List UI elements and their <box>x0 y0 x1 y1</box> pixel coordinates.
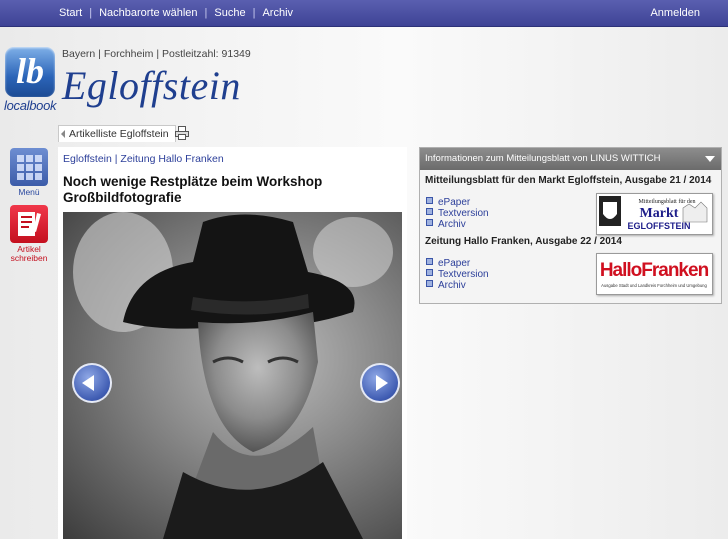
login-link[interactable]: Anmelden <box>650 7 700 19</box>
nav-start[interactable]: Start <box>52 7 89 19</box>
next-image-button[interactable] <box>360 363 400 403</box>
epaper-link[interactable]: ePaper <box>426 197 489 208</box>
mitteilungsblatt-thumbnail[interactable]: Mitteilungsblatt für den Markt EGLOFFSTE… <box>596 193 713 235</box>
chevron-down-icon[interactable] <box>705 156 715 162</box>
portrait-image <box>73 212 393 539</box>
newsletter-info-panel: Informationen zum Mitteilungsblatt von L… <box>419 147 722 304</box>
bullet-icon <box>426 197 433 204</box>
main-nav: Start | Nachbarorte wählen | Suche | Arc… <box>52 0 300 26</box>
write-label-line2: schreiben <box>10 253 48 263</box>
article-title: Noch wenige Restplätze beim Workshop Gro… <box>63 174 323 205</box>
top-nav-bar: Start | Nachbarorte wählen | Suche | Arc… <box>0 0 728 27</box>
section-title-mitteilungsblatt: Mitteilungsblatt für den Markt Egloffste… <box>425 175 712 186</box>
bullet-icon <box>426 280 433 287</box>
write-article-icon <box>10 205 48 243</box>
epaper-link[interactable]: ePaper <box>426 258 489 269</box>
logo-text: localbook <box>4 98 57 113</box>
article-photo <box>63 212 402 539</box>
mitteilungsblatt-links: ePaper Textversion Archiv <box>426 197 489 230</box>
hallo-franken-thumbnail[interactable]: HalloFranken Ausgabe Stadt und Landkreis… <box>596 253 713 295</box>
logo-icon: lb <box>5 47 55 97</box>
archiv-link[interactable]: Archiv <box>426 280 489 291</box>
bullet-icon <box>426 219 433 226</box>
menu-label: Menü <box>18 187 40 197</box>
print-icon[interactable] <box>175 126 189 140</box>
svg-text:Mitteilungsblatt für den: Mitteilungsblatt für den <box>639 198 696 205</box>
grid-icon <box>10 148 48 186</box>
info-panel-header[interactable]: Informationen zum Mitteilungsblatt von L… <box>420 148 721 170</box>
svg-text:EGLOFFSTEIN: EGLOFFSTEIN <box>628 221 691 231</box>
article-panel: Egloffstein | Zeitung Hallo Franken Noch… <box>58 147 407 539</box>
nav-archiv[interactable]: Archiv <box>255 7 300 19</box>
svg-text:HalloFranken: HalloFranken <box>600 260 709 281</box>
section-title-hallo-franken: Zeitung Hallo Franken, Ausgabe 22 / 2014 <box>425 236 622 247</box>
bullet-icon <box>426 208 433 215</box>
textversion-link[interactable]: Textversion <box>426 208 489 219</box>
hallo-franken-links: ePaper Textversion Archiv <box>426 258 489 291</box>
tab-article-list[interactable]: Artikelliste Egloffstein <box>58 125 176 142</box>
article-category-link[interactable]: Egloffstein | Zeitung Hallo Franken <box>63 153 224 165</box>
write-article-label: Artikel schreiben <box>10 245 48 263</box>
menu-button[interactable]: Menü <box>10 148 48 197</box>
svg-text:Ausgabe Stadt und Landkreis Fo: Ausgabe Stadt und Landkreis Forchheim un… <box>601 283 707 288</box>
textversion-link[interactable]: Textversion <box>426 269 489 280</box>
nav-nachbarorte[interactable]: Nachbarorte wählen <box>92 7 204 19</box>
bullet-icon <box>426 258 433 265</box>
write-article-button[interactable]: Artikel schreiben <box>10 205 48 263</box>
svg-text:Markt: Markt <box>640 206 679 221</box>
info-panel-title: Informationen zum Mitteilungsblatt von L… <box>425 153 661 164</box>
location-breadcrumb: Bayern | Forchheim | Postleitzahl: 91349 <box>62 48 251 60</box>
logo-mark: lb <box>15 51 44 91</box>
nav-suche[interactable]: Suche <box>207 7 252 19</box>
bullet-icon <box>426 269 433 276</box>
localbook-logo[interactable]: lb localbook <box>4 47 57 116</box>
page-title: Egloffstein <box>62 63 241 108</box>
archiv-link[interactable]: Archiv <box>426 219 489 230</box>
prev-image-button[interactable] <box>72 363 112 403</box>
